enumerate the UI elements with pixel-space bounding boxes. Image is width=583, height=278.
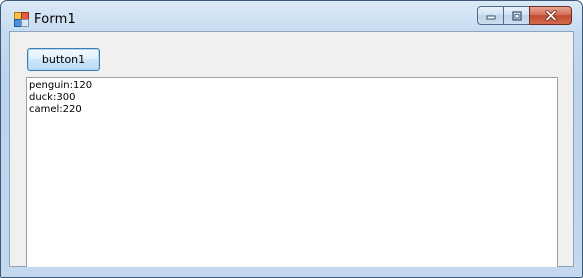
minimize-button[interactable]: [477, 6, 503, 25]
output-listbox[interactable]: penguin:120 duck:300 camel:220: [26, 77, 558, 267]
close-button[interactable]: [529, 6, 572, 25]
maximize-button[interactable]: [503, 6, 529, 25]
list-item[interactable]: camel:220: [29, 104, 557, 116]
windows-form-icon: [14, 12, 29, 27]
button1[interactable]: button1: [27, 48, 100, 71]
list-item[interactable]: duck:300: [29, 92, 557, 104]
maximize-icon: [511, 10, 522, 21]
list-item[interactable]: penguin:120: [29, 80, 557, 92]
form-window: Form1 button1 penguin:120 duck:300 camel…: [0, 0, 583, 278]
window-title: Form1: [34, 12, 77, 27]
form-client-area: button1 penguin:120 duck:300 camel:220: [9, 31, 574, 267]
caption-buttons: [477, 6, 572, 25]
minimize-icon: [486, 15, 495, 19]
close-icon: [544, 10, 557, 21]
title-bar[interactable]: Form1: [1, 1, 582, 33]
